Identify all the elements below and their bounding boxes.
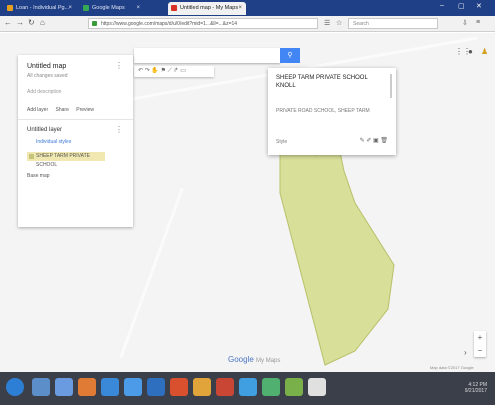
minimize-icon[interactable]: – (440, 2, 444, 9)
taskbar-app-icon[interactable] (101, 378, 119, 396)
feature-item[interactable]: SHEEP TARM PRIVATE SCHOOL (27, 152, 105, 168)
ruler-icon[interactable]: ▭ (180, 68, 186, 74)
url-text: https://www.google.com/maps/d/u/0/edit?m… (101, 21, 238, 27)
zoom-in-button[interactable]: + (474, 331, 486, 344)
taskbar-app-icon[interactable] (239, 378, 257, 396)
redo-icon[interactable]: ↷ (145, 68, 150, 74)
bookmark-star-icon[interactable]: ☆ (336, 19, 342, 27)
line-icon[interactable]: ⟋ (168, 68, 172, 74)
feature-label: SHEEP TARM PRIVATE SCHOOL (36, 153, 90, 168)
map-toolbar: ↶ ↷ ✋ ⚑ ⟋ ↱ ▭ (134, 66, 214, 77)
menu-icon[interactable]: ≡ (476, 19, 480, 26)
window-close-icon[interactable]: ✕ (476, 2, 482, 10)
browser-search-field[interactable]: Search (348, 18, 438, 29)
popup-address: PRIVATE ROAD SCHOOL, SHEEP TARM (276, 108, 370, 114)
reload-icon[interactable]: ↻ (28, 18, 35, 27)
tab-label: Google Maps (92, 5, 125, 11)
base-map-toggle[interactable]: Base map (27, 173, 50, 179)
close-icon[interactable]: × (68, 2, 72, 14)
panel-actions: Add layer Share Preview (27, 107, 100, 113)
collapse-arrow-icon[interactable]: › (464, 348, 467, 357)
account-icon[interactable]: ● (468, 47, 473, 56)
browser-tab-bar: Loan - Individual Pg... × Google Maps × … (0, 0, 495, 16)
map-canvas[interactable]: ⚲ ↶ ↷ ✋ ⚑ ⟋ ↱ ▭ Untitled map All changes… (0, 33, 495, 372)
popup-tools: ✎ ✐ ▣ 🗑 (360, 137, 388, 144)
google-logo-text: Google (228, 355, 254, 364)
google-logo: Google My Maps (228, 355, 280, 364)
tab-google-maps[interactable]: Google Maps × (80, 2, 144, 15)
hand-icon[interactable]: ✋ (151, 68, 158, 74)
start-button[interactable] (6, 378, 24, 396)
tab-label: Loan - Individual Pg... (16, 5, 70, 11)
tab-my-maps[interactable]: Untitled map - My Maps × (168, 2, 246, 15)
map-title[interactable]: Untitled map (27, 63, 66, 70)
taskbar-app-icon[interactable] (124, 378, 142, 396)
secure-lock-icon (92, 21, 97, 26)
tab-favicon-icon (83, 5, 89, 11)
url-field[interactable]: https://www.google.com/maps/d/u/0/edit?m… (88, 18, 318, 29)
zoom-control: + − (474, 331, 486, 357)
marker-icon[interactable]: ⚑ (161, 68, 166, 74)
taskbar-app-icon[interactable] (170, 378, 188, 396)
panel-divider (18, 119, 133, 120)
taskbar-app-icon[interactable] (32, 378, 50, 396)
popup-style-label[interactable]: Style (276, 139, 287, 145)
style-paint-icon[interactable]: ✎ (360, 138, 365, 144)
add-layer-button[interactable]: Add layer (27, 107, 48, 113)
photo-icon[interactable]: ▣ (373, 138, 379, 144)
map-sidebar-panel: Untitled map All changes saved Add descr… (18, 55, 133, 227)
my-maps-label: My Maps (256, 358, 281, 364)
taskbar-app-icon[interactable] (285, 378, 303, 396)
map-search-input[interactable] (134, 48, 280, 63)
share-button[interactable]: Share (56, 107, 69, 113)
home-icon[interactable]: ⌂ (40, 18, 45, 27)
reader-icon[interactable]: ☰ (324, 19, 330, 27)
feature-info-popup: SHEEP TARM PRIVATE SCHOOL KNOLL PRIVATE … (268, 68, 396, 155)
edit-icon[interactable]: ✐ (366, 138, 371, 144)
taskbar-app-icon[interactable] (216, 378, 234, 396)
popup-scrollbar[interactable] (390, 74, 392, 98)
zoom-out-button[interactable]: − (474, 344, 486, 357)
taskbar-app-icon[interactable] (55, 378, 73, 396)
map-description[interactable]: Add description (27, 89, 61, 95)
taskbar-app-icon[interactable] (262, 378, 280, 396)
tab-favicon-icon (171, 5, 177, 11)
search-button[interactable]: ⚲ (280, 48, 300, 63)
search-icon: ⚲ (287, 52, 293, 59)
layer-menu-icon[interactable]: ⋮ (115, 125, 123, 134)
downloads-icon[interactable]: ⇩ (462, 19, 468, 27)
save-status: All changes saved (27, 73, 68, 79)
tab-loan[interactable]: Loan - Individual Pg... × (4, 2, 76, 15)
maximize-icon[interactable]: ▢ (458, 2, 465, 10)
address-bar: ← → ↻ ⌂ https://www.google.com/maps/d/u/… (0, 16, 495, 32)
undo-icon[interactable]: ↶ (138, 68, 143, 74)
tab-label: Untitled map - My Maps (180, 5, 239, 11)
taskbar-app-icon[interactable] (193, 378, 211, 396)
close-icon[interactable]: × (238, 2, 242, 14)
preview-button[interactable]: Preview (76, 107, 94, 113)
taskbar-app-icon[interactable] (78, 378, 96, 396)
popup-title: SHEEP TARM PRIVATE SCHOOL KNOLL (276, 75, 368, 89)
map-copyright: Map data ©2017 Google (430, 365, 474, 370)
system-clock[interactable]: 4:12 PM 9/21/2017 (465, 382, 487, 394)
delete-icon[interactable]: 🗑 (380, 138, 388, 144)
panel-menu-icon[interactable]: ⋮ (115, 61, 123, 70)
back-icon[interactable]: ← (4, 18, 12, 27)
layer-title[interactable]: Untitled layer (27, 127, 62, 133)
directions-icon[interactable]: ↱ (174, 68, 179, 74)
windows-taskbar: 4:12 PM 9/21/2017 (0, 372, 495, 405)
polygon-swatch-icon (29, 154, 34, 159)
forward-icon[interactable]: → (16, 18, 24, 27)
search-placeholder: Search (353, 21, 369, 27)
tab-favicon-icon (7, 5, 13, 11)
close-icon[interactable]: × (136, 2, 140, 14)
layer-style-link[interactable]: Individual styles (36, 139, 71, 145)
clock-date: 9/21/2017 (464, 388, 487, 394)
taskbar-app-icon[interactable] (308, 378, 326, 396)
pegman-icon[interactable]: ♟ (481, 47, 488, 56)
taskbar-app-icon[interactable] (147, 378, 165, 396)
